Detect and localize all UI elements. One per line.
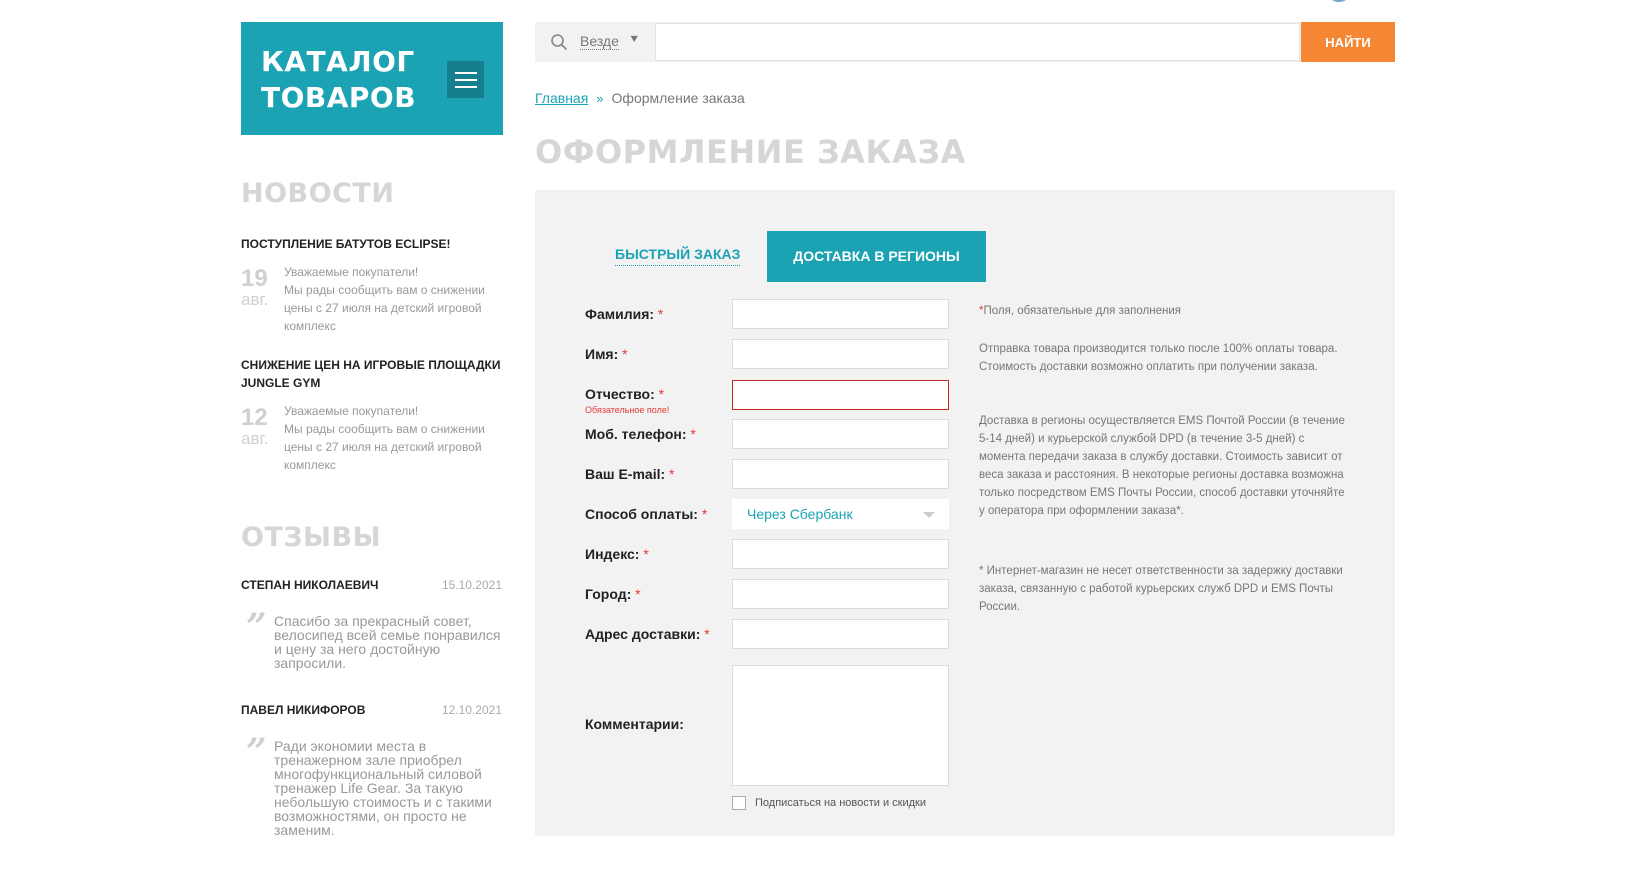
- email-field[interactable]: [732, 459, 949, 489]
- subscribe-label: Подписаться на новости и скидки: [755, 796, 927, 809]
- lastname-label: Фамилия: *: [585, 306, 664, 322]
- menu-icon[interactable]: [447, 61, 484, 98]
- info-delivery: Доставка в регионы осуществляется EMS По…: [979, 415, 1345, 517]
- info-disclaimer: * Интернет-магазин не несет ответственно…: [979, 565, 1343, 613]
- city-field[interactable]: [732, 579, 949, 609]
- info-payment: Отправка товара производится только посл…: [979, 343, 1338, 373]
- search-icon: [551, 34, 568, 51]
- catalog-block[interactable]: КАТАЛОГ ТОВАРОВ: [241, 22, 503, 135]
- review-author: СТЕПАН НИКОЛАЕВИЧ: [241, 578, 379, 592]
- news-item-text: Уважаемые покупатели! Мы рады сообщить в…: [284, 265, 485, 333]
- order-form-panel: БЫСТРЫЙ ЗАКАЗ ДОСТАВКА В РЕГИОНЫ Фамилия…: [535, 190, 1395, 836]
- index-label: Индекс: *: [585, 546, 649, 562]
- quote-icon: ”: [246, 731, 267, 773]
- chevron-down-icon[interactable]: ⯆: [629, 32, 639, 48]
- tab-regions-delivery[interactable]: ДОСТАВКА В РЕГИОНЫ: [767, 231, 986, 282]
- email-label: Ваш E-mail: *: [585, 466, 675, 482]
- catalog-title: КАТАЛОГ ТОВАРОВ: [261, 45, 417, 114]
- address-field[interactable]: [732, 619, 949, 649]
- required-note: *Поля, обязательные для заполнения: [979, 305, 1181, 317]
- tab-quick-order[interactable]: БЫСТРЫЙ ЗАКАЗ: [615, 246, 741, 266]
- news-heading: НОВОСТИ: [241, 178, 395, 209]
- chevron-down-icon: [923, 512, 935, 518]
- search-scope-select[interactable]: Везде: [580, 33, 619, 50]
- breadcrumb-home-link[interactable]: Главная: [535, 90, 588, 106]
- payment-select[interactable]: Через Сбербанк: [732, 499, 949, 529]
- review-text: Спасибо за прекрасный совет, велосипед в…: [274, 613, 501, 671]
- news-day: 12: [241, 404, 268, 431]
- news-item-date: 19 авг.: [241, 265, 281, 310]
- comments-field[interactable]: [732, 665, 949, 786]
- firstname-field[interactable]: [732, 339, 949, 369]
- news-month: авг.: [241, 429, 269, 448]
- phone-label: Моб. телефон: *: [585, 426, 696, 442]
- city-label: Город: *: [585, 586, 641, 602]
- search-input[interactable]: [655, 23, 1300, 61]
- subscribe-checkbox[interactable]: [732, 796, 746, 810]
- reviews-heading: ОТЗЫВЫ: [241, 522, 382, 553]
- news-item-text: Уважаемые покупатели! Мы рады сообщить в…: [284, 404, 485, 472]
- search-button[interactable]: НАЙТИ: [1301, 22, 1395, 62]
- comments-label: Комментарии:: [585, 716, 684, 732]
- quote-icon: ”: [246, 606, 267, 648]
- lastname-field[interactable]: [732, 299, 949, 329]
- subscribe-option[interactable]: Подписаться на новости и скидки: [732, 796, 926, 810]
- payment-label: Способ оплаты: *: [585, 506, 708, 522]
- index-field[interactable]: [732, 539, 949, 569]
- address-label: Адрес доставки: *: [585, 626, 710, 642]
- news-day: 19: [241, 265, 268, 292]
- review-author: ПАВЕЛ НИКИФОРОВ: [241, 703, 366, 717]
- top-decorative-circle: [1328, 0, 1350, 2]
- news-item-date: 12 авг.: [241, 404, 281, 449]
- review-date: 15.10.2021: [441, 578, 502, 592]
- search-bar: Везде ⯆ НАЙТИ: [535, 22, 1395, 62]
- patronymic-field[interactable]: [732, 380, 949, 410]
- news-month: авг.: [241, 290, 269, 309]
- review-text: Ради экономии места в тренажерном зале п…: [274, 738, 492, 838]
- patronymic-error: Обязательное поле!: [585, 405, 670, 415]
- review-date: 12.10.2021: [441, 703, 502, 717]
- news-item-title[interactable]: ПОСТУПЛЕНИЕ БАТУТОВ ECLIPSE!: [241, 235, 503, 253]
- patronymic-label: Отчество: *: [585, 386, 665, 402]
- breadcrumb-current: Оформление заказа: [611, 90, 745, 106]
- phone-field[interactable]: [732, 419, 949, 449]
- breadcrumb: Главная » Оформление заказа: [535, 90, 745, 106]
- news-item-title[interactable]: СНИЖЕНИЕ ЦЕН НА ИГРОВЫЕ ПЛОЩАДКИ JUNGLE …: [241, 356, 503, 392]
- double-chevron-icon: »: [596, 91, 604, 106]
- firstname-label: Имя: *: [585, 346, 628, 362]
- page-title: ОФОРМЛЕНИЕ ЗАКАЗА: [535, 133, 966, 171]
